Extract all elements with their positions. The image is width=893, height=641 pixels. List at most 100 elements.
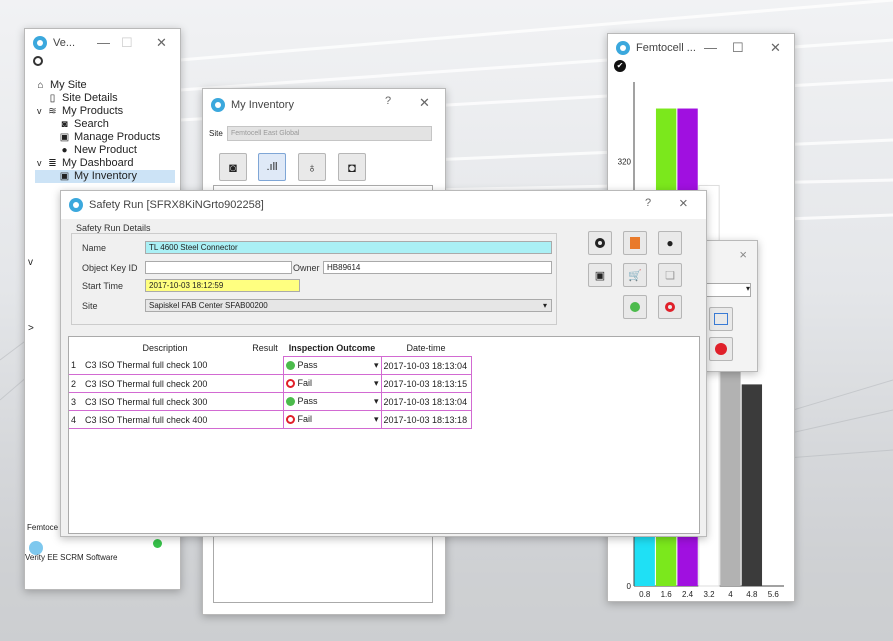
- outcome-dropdown[interactable]: Pass ▾: [282, 356, 382, 375]
- collapse-arrow-icon[interactable]: v: [28, 257, 33, 268]
- close-button[interactable]: ✕: [770, 40, 781, 56]
- tree-item[interactable]: v ≋ My Products: [35, 105, 175, 118]
- outcome-label: Fail: [297, 378, 313, 388]
- object-key-field[interactable]: [145, 261, 292, 274]
- site-label: Site: [209, 129, 223, 138]
- datetime-cell[interactable]: 2017-10-03 18:13:18: [380, 410, 472, 429]
- help-button[interactable]: ?: [385, 95, 391, 107]
- start-time-field[interactable]: 2017-10-03 18:12:59: [145, 279, 300, 292]
- row-number[interactable]: 4: [69, 410, 83, 429]
- description-cell[interactable]: C3 ISO Thermal full check 200: [83, 374, 247, 393]
- tree-item[interactable]: ● New Product: [35, 144, 175, 157]
- add-button[interactable]: ●: [658, 231, 682, 255]
- name-field[interactable]: TL 4600 Steel Connector: [145, 241, 552, 254]
- datetime-cell[interactable]: 2017-10-03 18:13:04: [380, 392, 472, 411]
- tree-item[interactable]: ◙ Search: [35, 118, 175, 131]
- tree-item[interactable]: ⌂ My Site: [35, 79, 175, 92]
- table-row[interactable]: 2 C3 ISO Thermal full check 200 Fail ▾ 2017-…: [69, 374, 472, 393]
- inventory-titlebar: My Inventory ? ✕: [203, 89, 445, 119]
- save-icon: ▣: [594, 269, 606, 282]
- datetime-cell[interactable]: 2017-10-03 18:13:04: [380, 356, 472, 375]
- remove-button[interactable]: [709, 337, 733, 361]
- table-row[interactable]: 4 C3 ISO Thermal full check 400 Fail ▾ 2017-…: [69, 410, 472, 429]
- chart-title: Femtocell ...: [636, 42, 696, 54]
- result-cell[interactable]: [247, 410, 283, 429]
- x-tick-label: 0.8: [639, 590, 651, 599]
- column-header[interactable]: Description: [83, 339, 247, 357]
- tree-item[interactable]: ▣ Manage Products: [35, 131, 175, 144]
- results-table: Description Result Inspection Outcome Da…: [69, 339, 472, 429]
- close-button[interactable]: ×: [739, 247, 747, 262]
- column-header[interactable]: Inspection Outcome: [283, 339, 381, 357]
- help-button[interactable]: ?: [645, 197, 651, 209]
- plus-button[interactable]: ◘: [338, 153, 366, 181]
- safety-run-dialog: Safety Run [SFRX8KiNGrto902258] ? × Safe…: [60, 190, 707, 537]
- search-button[interactable]: ◙: [219, 153, 247, 181]
- document-icon: ▯: [49, 93, 56, 104]
- cart-button[interactable]: 🛒: [623, 263, 647, 287]
- copy-button[interactable]: ❏: [658, 263, 682, 287]
- description-cell[interactable]: C3 ISO Thermal full check 300: [83, 392, 247, 411]
- datetime-cell[interactable]: 2017-10-03 18:13:15: [380, 374, 472, 393]
- tree-item[interactable]: ▣ My Inventory: [35, 170, 175, 183]
- chart-titlebar: Femtocell ... — ☐ ✕: [608, 34, 794, 62]
- main-app-title: Ve...: [53, 37, 76, 49]
- document-button[interactable]: [623, 231, 647, 255]
- tree-item[interactable]: v ≣ My Dashboard: [35, 157, 175, 170]
- outcome-dropdown[interactable]: Fail ▾: [282, 410, 382, 429]
- start-time-label: Start Time: [82, 281, 124, 291]
- row-number[interactable]: 1: [69, 356, 83, 375]
- site-select[interactable]: Sapiskel FAB Center SFAB00200 ▾: [145, 299, 552, 312]
- results-table-container: Description Result Inspection Outcome Da…: [68, 336, 700, 534]
- plus-icon: ●: [61, 145, 68, 156]
- chart-bar: [634, 530, 655, 586]
- close-button[interactable]: ×: [679, 195, 688, 212]
- row-number[interactable]: 2: [69, 374, 83, 393]
- outcome-dropdown[interactable]: Pass ▾: [282, 392, 382, 411]
- stop-circle-icon: [665, 302, 675, 312]
- result-cell[interactable]: [247, 356, 283, 375]
- tree-item-label: Search: [74, 118, 109, 130]
- tree-item-label: My Dashboard: [62, 157, 134, 169]
- x-tick-label: 4.8: [746, 590, 758, 599]
- money-bag-button[interactable]: ♁: [298, 153, 326, 181]
- dialog-title: Safety Run [SFRX8KiNGrto902258]: [89, 199, 264, 211]
- column-header[interactable]: Date-time: [381, 339, 471, 357]
- fail-button[interactable]: [658, 295, 682, 319]
- column-header[interactable]: Result: [247, 339, 283, 357]
- description-cell[interactable]: C3 ISO Thermal full check 400: [83, 410, 247, 429]
- search-icon: ◙: [61, 119, 68, 130]
- small-dropdown[interactable]: ▾: [703, 283, 751, 297]
- calendar-button[interactable]: [709, 307, 733, 331]
- money-bag-icon: ♁: [307, 159, 317, 175]
- owner-field[interactable]: HB89614: [323, 261, 552, 274]
- chevron-down-icon: ▾: [373, 360, 379, 370]
- camera-button[interactable]: [588, 231, 612, 255]
- minus-circle-icon: [715, 343, 727, 355]
- outcome-dropdown[interactable]: Fail ▾: [282, 374, 382, 393]
- minimize-button[interactable]: —: [97, 35, 110, 50]
- table-row[interactable]: 1 C3 ISO Thermal full check 100 Pass ▾ 2017-…: [69, 356, 472, 375]
- object-key-label: Object Key ID: [82, 263, 138, 273]
- result-cell[interactable]: [247, 374, 283, 393]
- chevron-down-icon[interactable]: v: [37, 157, 47, 170]
- tree-item[interactable]: ▯ Site Details: [35, 92, 175, 105]
- chevron-down-icon[interactable]: v: [37, 105, 47, 118]
- chart-button[interactable]: .ıll: [258, 153, 286, 181]
- result-cell[interactable]: [247, 392, 283, 411]
- checkmark-icon: ✔: [614, 60, 626, 72]
- search-icon: ◙: [229, 159, 237, 175]
- row-number[interactable]: 3: [69, 392, 83, 411]
- expand-arrow-icon[interactable]: >: [28, 323, 34, 334]
- maximize-button[interactable]: ☐: [732, 40, 744, 56]
- minimize-button[interactable]: —: [704, 40, 717, 55]
- close-button[interactable]: ✕: [156, 35, 167, 51]
- maximize-button[interactable]: ☐: [121, 35, 133, 51]
- site-select[interactable]: Femtocell East Global: [227, 126, 432, 141]
- footer-label: Femtoce: [27, 523, 59, 532]
- save-button[interactable]: ▣: [588, 263, 612, 287]
- description-cell[interactable]: C3 ISO Thermal full check 100: [83, 356, 247, 375]
- close-button[interactable]: ✕: [419, 95, 430, 111]
- pass-button[interactable]: [623, 295, 647, 319]
- table-row[interactable]: 3 C3 ISO Thermal full check 300 Pass ▾ 2017-…: [69, 392, 472, 411]
